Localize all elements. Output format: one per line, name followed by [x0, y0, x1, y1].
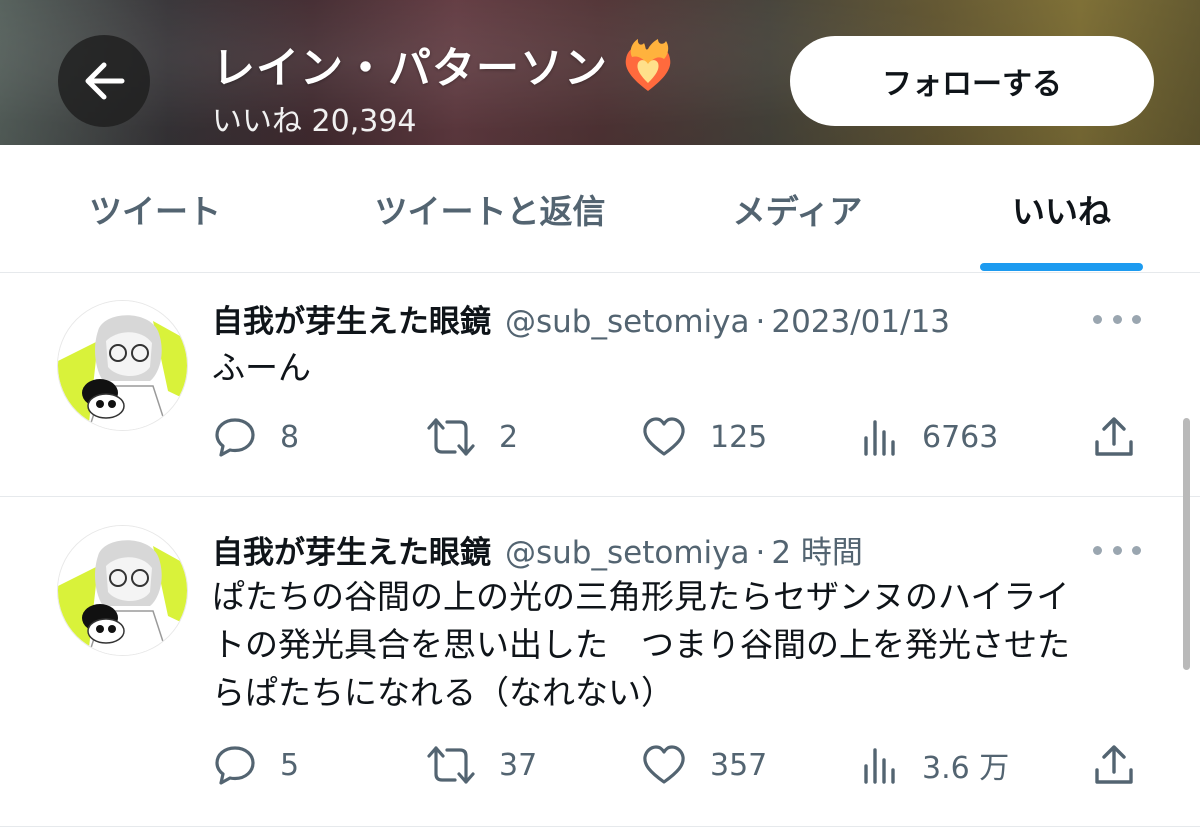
heart-on-fire-icon — [618, 37, 678, 93]
reply-count: 5 — [280, 747, 300, 783]
profile-header: レイン・パターソン いいね 20,394 フォローする — [0, 0, 1200, 145]
like-count: 125 — [710, 419, 768, 455]
tab-likes[interactable]: いいね — [980, 145, 1143, 273]
separator-dot: · — [755, 535, 766, 571]
tweet-text: ぱたちの谷間の上の光の三角形見たらセザンヌのハイライ トの発光具合を思い出した … — [212, 573, 1162, 717]
retweet-arrows-icon — [425, 414, 477, 460]
retweet-arrows-icon — [425, 742, 477, 788]
reply-count: 8 — [280, 419, 300, 455]
likes-count: いいね 20,394 — [212, 104, 417, 139]
tweet-timestamp[interactable]: 2 時間 — [771, 527, 863, 572]
profile-tabs: ツイート ツイートと返信 メディア いいね — [0, 145, 1200, 273]
retweet-button[interactable]: 37 — [425, 740, 537, 790]
speech-bubble-icon — [212, 742, 258, 788]
tweet-text-line: ぱたちの谷間の上の光の三角形見たらセザンヌのハイライ — [212, 577, 1070, 616]
reply-button[interactable]: 8 — [212, 412, 299, 462]
avatar[interactable] — [57, 525, 188, 656]
more-dots-icon — [1132, 314, 1141, 324]
author-handle[interactable]: @sub_setomiya — [505, 304, 749, 340]
tweet[interactable]: 自我が芽生えた眼鏡 @sub_setomiya · 2023/01/13 ふーん… — [0, 274, 1200, 497]
tweet-text-line: らぱたちになれる（なれない） — [212, 673, 674, 712]
bar-chart-icon — [860, 742, 900, 788]
tweet-text-line: トの発光具合を思い出した つまり谷間の上を発光させた — [212, 625, 1070, 664]
speech-bubble-icon — [212, 414, 258, 460]
tab-media[interactable]: メディア — [700, 145, 895, 273]
separator-dot: · — [755, 304, 766, 340]
more-options-button[interactable] — [1093, 304, 1141, 334]
more-options-button[interactable] — [1093, 535, 1141, 565]
tweet[interactable]: 自我が芽生えた眼鏡 @sub_setomiya · 2 時間 ぱたちの谷間の上の… — [0, 497, 1200, 827]
arrow-left-icon — [82, 61, 126, 101]
active-tab-indicator — [980, 263, 1143, 271]
like-count: 357 — [710, 747, 768, 783]
profile-title-block: レイン・パターソン いいね 20,394 — [212, 38, 678, 140]
tab-tweets[interactable]: ツイート — [60, 145, 250, 273]
more-dots-icon — [1132, 545, 1141, 555]
views-button[interactable]: 6763 — [860, 412, 998, 462]
tweet-text-line: ふーん — [212, 348, 311, 387]
tweet-text: ふーん — [212, 344, 1162, 392]
more-dots-icon — [1093, 314, 1102, 324]
tweet-actions: 5 37 357 3.6 万 — [212, 740, 1142, 790]
avatar[interactable] — [57, 300, 188, 431]
retweet-count: 37 — [499, 747, 538, 783]
bar-chart-icon — [860, 414, 900, 460]
follow-button[interactable]: フォローする — [790, 36, 1154, 126]
like-button[interactable]: 357 — [640, 740, 767, 790]
share-button[interactable] — [1092, 740, 1136, 790]
tweet-header: 自我が芽生えた眼鏡 @sub_setomiya · 2023/01/13 — [212, 296, 950, 341]
share-button[interactable] — [1092, 412, 1136, 462]
author-handle[interactable]: @sub_setomiya — [505, 535, 749, 571]
like-button[interactable]: 125 — [640, 412, 767, 462]
more-dots-icon — [1093, 545, 1102, 555]
tweet-header: 自我が芽生えた眼鏡 @sub_setomiya · 2 時間 — [212, 527, 863, 572]
back-button[interactable] — [58, 35, 150, 127]
more-dots-icon — [1112, 314, 1122, 324]
scrollbar[interactable] — [1183, 418, 1190, 670]
retweet-button[interactable]: 2 — [425, 412, 518, 462]
retweet-count: 2 — [499, 419, 519, 455]
profile-name: レイン・パターソン — [212, 44, 608, 94]
author-name[interactable]: 自我が芽生えた眼鏡 — [212, 296, 491, 341]
view-count: 3.6 万 — [922, 751, 1010, 786]
author-name[interactable]: 自我が芽生えた眼鏡 — [212, 527, 491, 572]
heart-outline-icon — [640, 742, 688, 788]
share-upload-icon — [1092, 414, 1136, 460]
tweet-timestamp[interactable]: 2023/01/13 — [771, 304, 950, 340]
more-dots-icon — [1112, 545, 1122, 555]
tab-tweets-and-replies[interactable]: ツイートと返信 — [340, 145, 640, 273]
reply-button[interactable]: 5 — [212, 740, 299, 790]
share-upload-icon — [1092, 742, 1136, 788]
tweet-actions: 8 2 125 6763 — [212, 412, 1142, 462]
heart-outline-icon — [640, 414, 688, 460]
view-count: 6763 — [922, 419, 999, 455]
views-button[interactable]: 3.6 万 — [860, 740, 1009, 790]
